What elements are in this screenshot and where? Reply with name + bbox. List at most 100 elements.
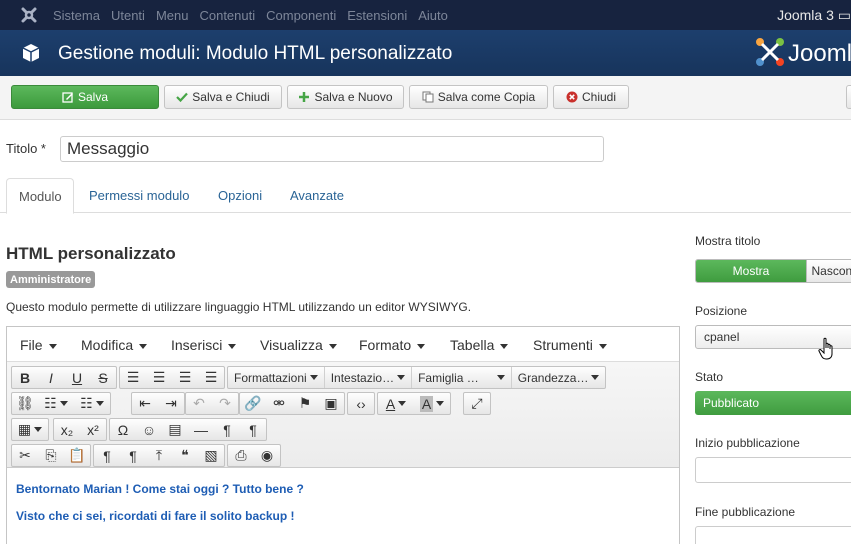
module-description: Questo modulo permette di utilizzare lin… [6,300,472,314]
blocks-icon[interactable]: ¶ [120,445,146,466]
save-button[interactable]: Salva [11,85,159,109]
font-family-select[interactable]: Famiglia … [412,367,512,388]
publish-up-label: Inizio pubblicazione [695,436,800,450]
redo-icon[interactable]: ↷ [212,393,238,414]
menu-contenuti[interactable]: Contenuti [199,8,255,23]
numbered-list-icon[interactable]: ☷ [74,393,110,414]
publish-up-input[interactable] [695,457,851,483]
special-char-icon[interactable]: Ω [110,419,136,440]
print-icon[interactable]: ⎙ [228,445,254,466]
save-close-button[interactable]: Salva e Chiudi [164,85,282,109]
undo-group: ↶ ↷ [185,392,239,415]
editor-menu-modifica[interactable]: Modifica [81,337,147,353]
bold-icon[interactable]: B [12,367,38,388]
position-value: cpanel [704,330,740,344]
image-icon[interactable]: ▣ [318,393,344,414]
background-color-icon[interactable]: A [414,393,450,414]
indent-icon[interactable]: ⇥ [158,393,184,414]
menu-aiuto[interactable]: Aiuto [418,8,448,23]
list-group: ⛓ ☷ ☷ [11,392,111,415]
editor-content[interactable]: Bentornato Marian ! Come stai oggi ? Tut… [7,469,679,523]
save-new-button[interactable]: Salva e Nuovo [287,85,404,109]
emoticon-icon[interactable]: ☺ [136,419,162,440]
italic-icon[interactable]: I [38,367,64,388]
editor-menu-formato[interactable]: Formato [359,337,425,353]
outdent-icon[interactable]: ⇤ [132,393,158,414]
chevron-down-icon [34,427,43,432]
save-copy-button[interactable]: Salva come Copia [409,85,548,109]
align-justify-icon[interactable]: ☰ [198,367,224,388]
status-select[interactable]: Pubblicato [695,391,851,415]
editor-menu-tabella[interactable]: Tabella [450,337,508,353]
site-brand-link[interactable]: Joomla 3 ▭ [777,7,851,24]
binoculars-icon[interactable]: ⛓ [12,393,38,414]
chevron-down-icon [436,401,445,406]
chevron-down-icon [95,401,104,406]
superscript-icon[interactable]: x² [80,419,106,440]
upload-icon[interactable]: ⤒ [146,445,172,466]
show-title-show-option[interactable]: Mostra [696,260,806,282]
unlink-icon[interactable]: ⚮ [266,393,292,414]
font-size-select[interactable]: Grandezza… [512,367,606,388]
insert-group: Ω ☺ ▤ — ¶ ¶ [109,418,267,441]
show-title-label: Mostra titolo [695,234,761,248]
underline-icon[interactable]: U [64,367,90,388]
help-button[interactable] [846,85,851,109]
tab-opzioni[interactable]: Opzioni [206,178,274,213]
tab-modulo[interactable]: Modulo [6,178,74,214]
media-icon[interactable]: ▤ [162,419,188,440]
align-center-icon[interactable]: ☰ [146,367,172,388]
copy-icon[interactable]: ⎘ [38,445,64,466]
heading-select[interactable]: Intestazio… [325,367,413,388]
editor-menu-strumenti[interactable]: Strumenti [533,337,607,353]
editor-menu-visualizza[interactable]: Visualizza [260,337,337,353]
ltr-icon[interactable]: ¶ [214,419,240,440]
text-color-icon[interactable]: A [378,393,414,414]
link-group: 🔗 ⚮ ⚑ ▣ [239,392,345,415]
menu-menu[interactable]: Menu [156,8,189,23]
tab-avanzate[interactable]: Avanzate [278,178,356,213]
page-title: Gestione moduli: Modulo HTML personalizz… [58,43,453,64]
content-line-2: Visto che ci sei, ricordati di fare il s… [16,509,295,523]
joomla-logo-icon[interactable] [19,5,39,25]
rtl-icon[interactable]: ¶ [240,419,266,440]
quote-icon[interactable]: ❝ [172,445,198,466]
content-line-1: Bentornato Marian ! Come stai oggi ? Tut… [16,482,304,496]
menu-sistema[interactable]: Sistema [53,8,100,23]
undo-icon[interactable]: ↶ [186,393,212,414]
code-icon[interactable]: ‹› [348,393,374,414]
close-button[interactable]: Chiudi [553,85,629,109]
horizontal-rule-icon[interactable]: — [188,419,214,440]
editor-menu-file[interactable]: File [20,337,57,353]
align-right-icon[interactable]: ☰ [172,367,198,388]
tab-permessi-modulo[interactable]: Permessi modulo [77,178,201,213]
template-icon[interactable]: ▧ [198,445,224,466]
bookmark-icon[interactable]: ⚑ [292,393,318,414]
subscript-icon[interactable]: x₂ [54,419,80,440]
menu-utenti[interactable]: Utenti [111,8,145,23]
module-type-heading: HTML personalizzato [6,244,176,263]
strikethrough-icon[interactable]: S [90,367,116,388]
publish-down-input[interactable] [695,526,851,544]
chevron-down-icon [496,375,505,380]
wysiwyg-editor: File Modifica Inserisci Visualizza Forma… [6,326,680,544]
cut-icon[interactable]: ✂ [12,445,38,466]
menu-estensioni[interactable]: Estensioni [347,8,407,23]
formats-select-label: Formattazioni [234,370,307,385]
paste-icon[interactable]: 📋 [64,445,90,466]
formats-select[interactable]: Formattazioni [228,367,325,388]
show-title-hide-option[interactable]: Nascondi [806,260,851,282]
menu-componenti[interactable]: Componenti [266,8,336,23]
main-menu: Sistema Utenti Menu Contenuti Componenti… [53,0,459,30]
paragraph-icon[interactable]: ¶ [94,445,120,466]
editor-menu-inserisci[interactable]: Inserisci [171,337,236,353]
link-icon[interactable]: 🔗 [240,393,266,414]
brand-text: Joomla 3 [777,7,834,23]
fullscreen-icon[interactable]: ⤢ [464,393,490,414]
preview-icon[interactable]: ◉ [254,445,280,466]
save-button-label: Salva [77,90,109,104]
bullet-list-icon[interactable]: ☷ [38,393,74,414]
title-input[interactable] [60,136,604,162]
table-icon[interactable]: ▦ [12,419,48,440]
align-left-icon[interactable]: ☰ [120,367,146,388]
